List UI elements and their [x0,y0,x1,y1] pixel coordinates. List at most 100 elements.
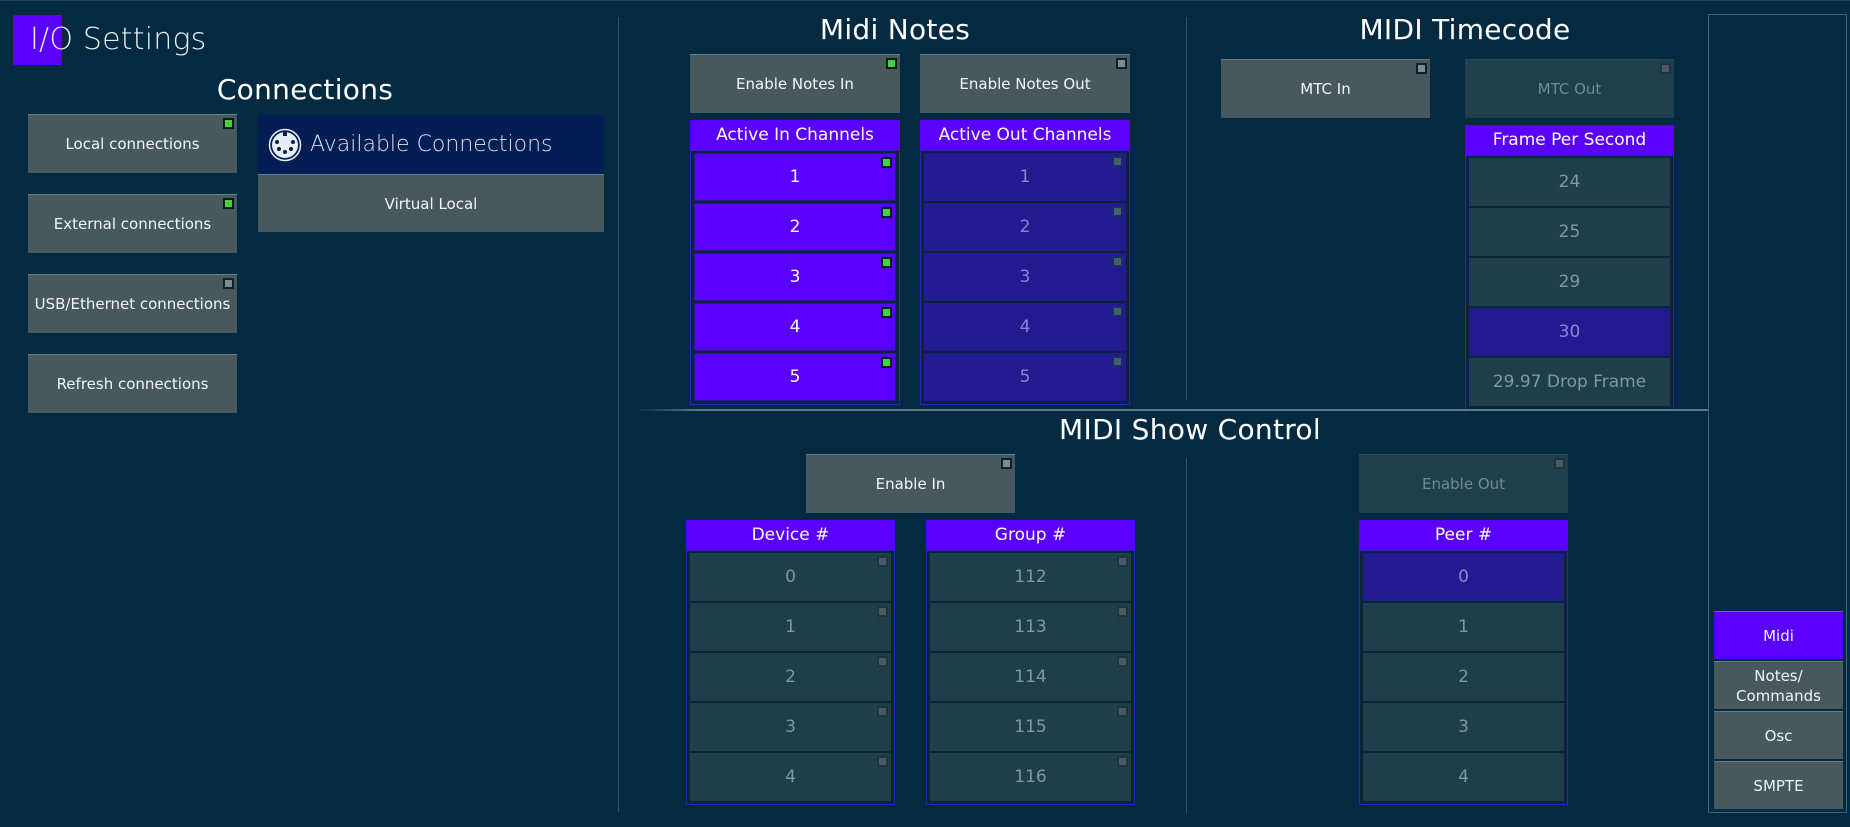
in-channel-5[interactable]: 5 [694,353,896,401]
fps-option-29[interactable]: 29 [1469,258,1670,306]
peer-option-1[interactable]: 1 [1363,603,1564,651]
enable-notes-in-button[interactable]: Enable Notes In [690,54,900,113]
connections-title: Connections [216,73,394,106]
fps-header: Frame Per Second [1465,125,1674,155]
peer-option-label: 2 [1458,667,1469,687]
in-channel-label: 2 [789,217,801,237]
external-connections-button[interactable]: External connections [28,194,237,253]
out-channel-5[interactable]: 5 [924,353,1126,401]
fps-option-label: 30 [1558,322,1581,342]
nav-notes-commands[interactable]: Notes/ Commands [1714,661,1843,709]
peer-option-label: 0 [1458,567,1469,587]
refresh-connections-label: Refresh connections [56,375,209,393]
nav-smpte-label: SMPTE [1753,776,1804,795]
enable-notes-out-indicator [1116,58,1127,69]
group-option-116[interactable]: 116 [930,753,1131,801]
usb-ethernet-connections-button[interactable]: USB/Ethernet connections [28,274,237,333]
group-option-112[interactable]: 112 [930,553,1131,601]
in-channel-indicator [881,307,892,318]
out-channel-indicator [1112,356,1123,367]
mtc-out-button[interactable]: MTC Out [1465,59,1674,118]
msc-enable-out-button[interactable]: Enable Out [1359,454,1568,513]
midi-show-control-title: MIDI Show Control [1059,413,1321,446]
available-connections-header: Available Connections [258,115,604,174]
out-channel-3[interactable]: 3 [924,253,1126,301]
midi-timecode-title: MIDI Timecode [1359,13,1571,46]
fps-option-30[interactable]: 30 [1469,308,1670,356]
group-option-label: 115 [1014,717,1047,737]
peer-option-4[interactable]: 4 [1363,753,1564,801]
mtc-in-indicator [1416,63,1427,74]
usb-ethernet-connections-label: USB/Ethernet connections [34,295,231,313]
peer-option-0[interactable]: 0 [1363,553,1564,601]
device-option-label: 1 [785,617,796,637]
active-out-channels-header: Active Out Channels [920,120,1130,150]
fps-option-25[interactable]: 25 [1469,208,1670,256]
out-channel-indicator [1112,256,1123,267]
fps-option-label: 24 [1558,172,1581,192]
in-channel-3[interactable]: 3 [694,253,896,301]
refresh-connections-button[interactable]: Refresh connections [28,354,237,413]
mtc-in-button[interactable]: MTC In [1221,59,1430,118]
device-option-indicator [877,756,888,767]
in-channel-indicator [881,157,892,168]
in-channel-indicator [881,207,892,218]
io-nav-panel: Midi Notes/ Commands Osc SMPTE [1708,14,1847,813]
peer-option-2[interactable]: 2 [1363,653,1564,701]
out-channel-1[interactable]: 1 [924,153,1126,201]
external-connections-indicator [223,198,234,209]
peer-option-label: 3 [1458,717,1469,737]
in-channel-4[interactable]: 4 [694,303,896,351]
group-option-label: 112 [1014,567,1047,587]
device-option-2[interactable]: 2 [690,653,891,701]
group-option-113[interactable]: 113 [930,603,1131,651]
group-option-label: 116 [1014,767,1047,787]
group-option-indicator [1117,656,1128,667]
out-channel-label: 5 [1019,367,1031,387]
peer-option-label: 1 [1458,617,1469,637]
local-connections-label: Local connections [65,135,200,153]
device-option-label: 2 [785,667,796,687]
group-header: Group # [926,520,1135,550]
out-channel-4[interactable]: 4 [924,303,1126,351]
midi-notes-title: Midi Notes [819,13,971,46]
group-option-indicator [1117,606,1128,617]
page-title: I/O Settings [30,22,207,57]
fps-option-24[interactable]: 24 [1469,158,1670,206]
fps-option-29-97-drop-frame[interactable]: 29.97 Drop Frame [1469,358,1670,406]
local-connections-button[interactable]: Local connections [28,114,237,173]
nav-smpte[interactable]: SMPTE [1714,761,1843,809]
nav-midi[interactable]: Midi [1714,611,1843,659]
msc-enable-out-label: Enable Out [1421,475,1506,493]
fps-option-label: 29 [1558,272,1581,292]
divider-notes-timecode [1186,17,1187,400]
msc-enable-in-button[interactable]: Enable In [806,454,1015,513]
out-channel-label: 4 [1019,317,1031,337]
group-list: 112 113 114 115 116 [926,550,1135,805]
fps-option-label: 25 [1558,222,1581,242]
device-option-4[interactable]: 4 [690,753,891,801]
device-option-0[interactable]: 0 [690,553,891,601]
device-option-indicator [877,556,888,567]
device-option-1[interactable]: 1 [690,603,891,651]
peer-option-3[interactable]: 3 [1363,703,1564,751]
in-channel-2[interactable]: 2 [694,203,896,251]
nav-osc-label: Osc [1764,726,1793,745]
available-connections-title: Available Connections [310,132,553,157]
midi-din-icon [268,128,302,161]
group-option-115[interactable]: 115 [930,703,1131,751]
in-channel-1[interactable]: 1 [694,153,896,201]
in-channel-label: 3 [789,267,801,287]
group-option-114[interactable]: 114 [930,653,1131,701]
fps-list: 24 25 29 30 29.97 Drop Frame [1465,155,1674,410]
enable-notes-out-button[interactable]: Enable Notes Out [920,54,1130,113]
usb-ethernet-connections-indicator [223,278,234,289]
device-option-3[interactable]: 3 [690,703,891,751]
connection-item-virtual-local[interactable]: Virtual Local [258,174,604,232]
out-channel-2[interactable]: 2 [924,203,1126,251]
device-option-label: 4 [785,767,796,787]
nav-osc[interactable]: Osc [1714,711,1843,759]
msc-enable-out-indicator [1554,458,1565,469]
device-header: Device # [686,520,895,550]
connection-item-label: Virtual Local [384,194,478,213]
